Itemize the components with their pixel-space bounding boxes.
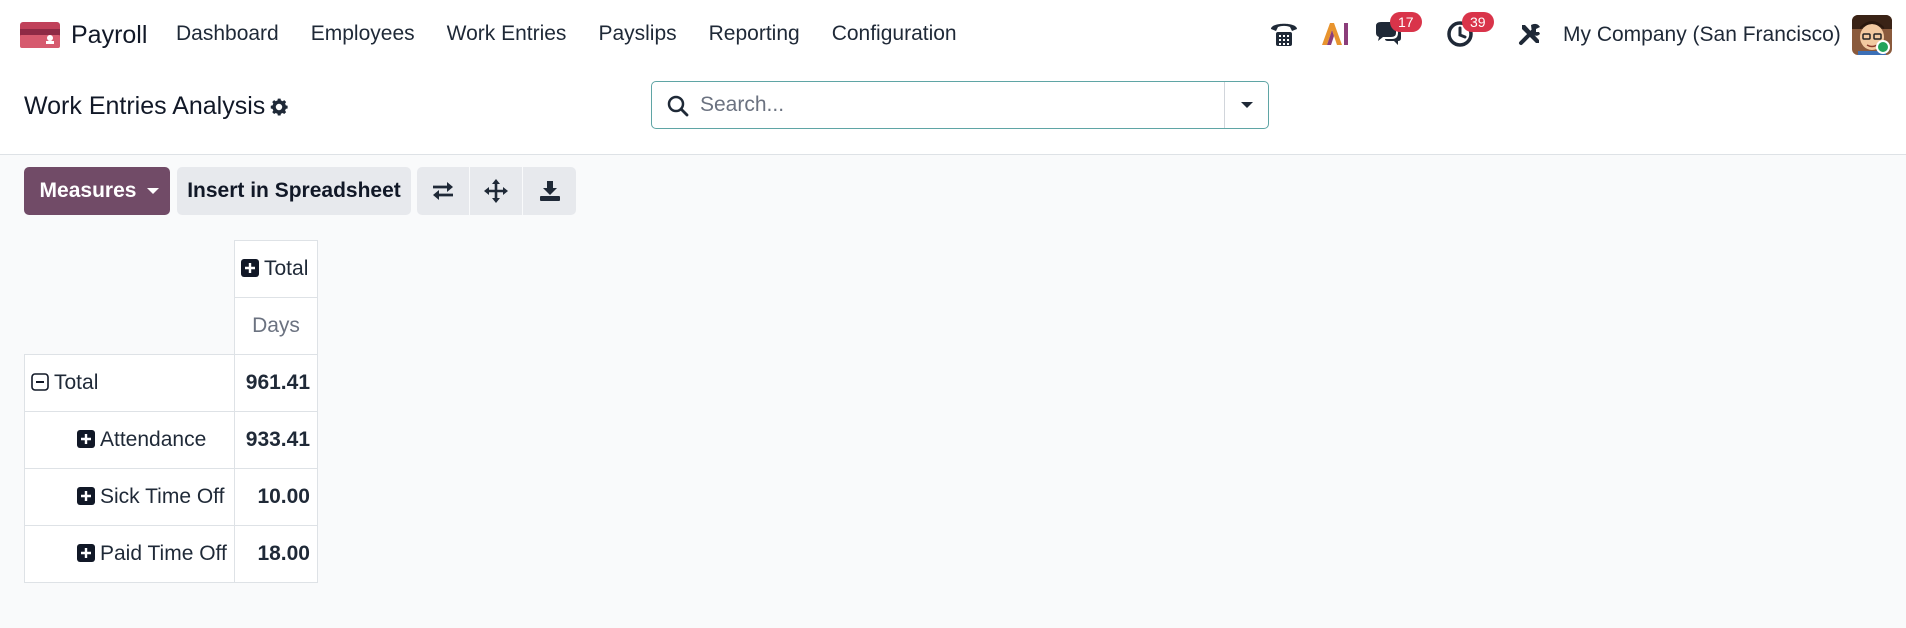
- top-navbar: Payroll Dashboard Employees Work Entries…: [0, 0, 1906, 70]
- menu-configuration[interactable]: Configuration: [832, 22, 957, 46]
- pivot-row-header-paid-time-off[interactable]: Paid Time Off: [24, 525, 235, 583]
- download-icon[interactable]: [523, 167, 576, 215]
- minus-square-icon: [31, 373, 49, 391]
- plus-square-icon: [77, 430, 95, 448]
- pivot-col-header-label: Total: [264, 257, 309, 280]
- pivot-cell-value[interactable]: 18.00: [234, 525, 318, 583]
- pivot-measure-header[interactable]: Days: [234, 297, 318, 355]
- messages-icon[interactable]: 17: [1372, 12, 1422, 50]
- pivot-table: Total Days Total 961.41 Attendance 933.4…: [24, 240, 318, 583]
- menu-work-entries[interactable]: Work Entries: [447, 22, 567, 46]
- pivot-col-header-total[interactable]: Total: [234, 240, 318, 298]
- search-bar: [651, 81, 1269, 129]
- pivot-row-label: Sick Time Off: [100, 485, 225, 508]
- pivot-row-total: Total 961.41: [24, 354, 318, 412]
- plus-square-icon: [77, 487, 95, 505]
- main-menu: Dashboard Employees Work Entries Payslip…: [176, 22, 989, 46]
- caret-down-icon: [1240, 102, 1253, 108]
- menu-employees[interactable]: Employees: [311, 22, 415, 46]
- pivot-row-sick-time-off: Sick Time Off 10.00: [24, 468, 318, 526]
- caret-down-icon: [147, 188, 160, 194]
- pivot-row-header-total[interactable]: Total: [24, 354, 235, 412]
- menu-payslips[interactable]: Payslips: [598, 22, 676, 46]
- pivot-corner: [25, 241, 235, 298]
- app-name[interactable]: Payroll: [71, 21, 147, 50]
- pivot-row-label: Attendance: [100, 428, 207, 451]
- tools-icon[interactable]: [1514, 18, 1546, 50]
- pivot-actions-group: [417, 167, 576, 215]
- pivot-row-label: Paid Time Off: [100, 542, 227, 565]
- control-panel: Work Entries Analysis: [0, 70, 1906, 155]
- measures-button[interactable]: Measures: [24, 167, 170, 215]
- pivot-toolbar: Measures Insert in Spreadsheet: [24, 167, 576, 215]
- pivot-row-header-attendance[interactable]: Attendance: [24, 411, 235, 469]
- ai-icon[interactable]: [1319, 18, 1351, 50]
- pivot-cell-value[interactable]: 10.00: [234, 468, 318, 526]
- activities-badge: 39: [1462, 12, 1494, 32]
- measures-button-label: Measures: [39, 179, 137, 202]
- page-title: Work Entries Analysis: [24, 92, 266, 120]
- search-input[interactable]: [700, 90, 1200, 120]
- pivot-cell-value[interactable]: 961.41: [234, 354, 318, 412]
- phone-icon[interactable]: [1268, 18, 1300, 50]
- insert-spreadsheet-button[interactable]: Insert in Spreadsheet: [177, 167, 411, 215]
- plus-square-icon: [77, 544, 95, 562]
- gear-icon[interactable]: [268, 96, 290, 118]
- pivot-corner: [25, 298, 235, 355]
- activities-icon[interactable]: 39: [1444, 12, 1494, 50]
- search-options-toggle[interactable]: [1224, 82, 1268, 128]
- messages-badge: 17: [1390, 12, 1422, 32]
- menu-dashboard[interactable]: Dashboard: [176, 22, 279, 46]
- company-switcher[interactable]: My Company (San Francisco): [1563, 23, 1841, 47]
- plus-square-icon: [241, 259, 259, 277]
- pivot-row-header-sick-time-off[interactable]: Sick Time Off: [24, 468, 235, 526]
- payroll-logo-icon[interactable]: [20, 20, 60, 50]
- pivot-measure-row: Days: [25, 297, 318, 355]
- pivot-row-paid-time-off: Paid Time Off 18.00: [24, 525, 318, 583]
- presence-status-icon: [1876, 40, 1890, 54]
- pivot-row-attendance: Attendance 933.41: [24, 411, 318, 469]
- pivot-cell-value[interactable]: 933.41: [234, 411, 318, 469]
- expand-all-icon[interactable]: [470, 167, 523, 215]
- search-icon: [667, 95, 689, 117]
- flip-axis-icon[interactable]: [417, 167, 470, 215]
- menu-reporting[interactable]: Reporting: [709, 22, 800, 46]
- pivot-header-row: Total: [25, 240, 318, 298]
- pivot-row-label: Total: [54, 371, 99, 394]
